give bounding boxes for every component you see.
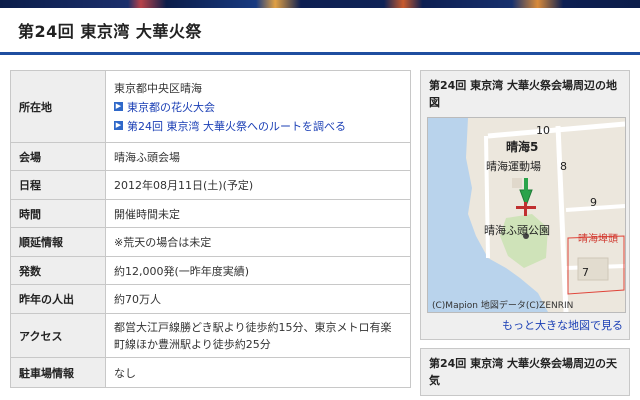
row-label: 駐車場情報 xyxy=(10,357,106,388)
row-label: 会場 xyxy=(10,142,106,171)
table-row: 日程 2012年08月11日(土)(予定) xyxy=(10,170,411,200)
map-box: 第24回 東京湾 大華火祭会場周辺の地図 10 晴海5 晴海運動場 8 9 晴海… xyxy=(420,70,630,340)
sidebar: 第24回 東京湾 大華火祭会場周辺の地図 10 晴海5 晴海運動場 8 9 晴海… xyxy=(420,70,630,400)
link-fireworks-list[interactable]: ▶ 東京都の花火大会 xyxy=(114,99,402,115)
row-label: 順延情報 xyxy=(10,227,106,257)
row-value: ※荒天の場合は未定 xyxy=(105,227,411,257)
venue-map[interactable]: 10 晴海5 晴海運動場 8 9 晴海ふ頭公園 晴海埠頭 7 (C)Mapion… xyxy=(427,117,626,313)
table-row: 昨年の人出 約70万人 xyxy=(10,284,411,314)
link-text[interactable]: 第24回 東京湾 大華火祭へのルートを調べる xyxy=(127,118,346,134)
map-label-9: 9 xyxy=(590,196,597,209)
map-label-park: 晴海ふ頭公園 xyxy=(484,224,550,237)
fireworks-banner xyxy=(0,0,640,8)
row-value: 開催時間未定 xyxy=(105,199,411,228)
row-label: アクセス xyxy=(10,313,106,358)
row-value: 都営大江戸線勝どき駅より徒歩約15分、東京メトロ有楽町線ほか豊洲駅より徒歩約25… xyxy=(105,313,411,358)
weather-box-title: 第24回 東京湾 大華火祭会場周辺の天気 xyxy=(429,357,617,387)
link-route-search[interactable]: ▶ 第24回 東京湾 大華火祭へのルートを調べる xyxy=(114,118,402,134)
link-text[interactable]: 東京都の花火大会 xyxy=(127,99,215,115)
table-row: 所在地 東京都中央区晴海 ▶ 東京都の花火大会 ▶ 第24回 東京湾 大華火祭へ… xyxy=(10,70,411,143)
table-row: 発数 約12,000発(一昨年度実績) xyxy=(10,256,411,285)
row-value: 東京都中央区晴海 ▶ 東京都の花火大会 ▶ 第24回 東京湾 大華火祭へのルート… xyxy=(105,70,411,143)
page-header: 第24回 東京湾 大華火祭 xyxy=(0,8,640,55)
map-label-stadium: 晴海運動場 xyxy=(486,160,541,173)
more-map-link-row: もっと大きな地図で見る xyxy=(421,313,629,339)
table-row: 駐車場情報 なし xyxy=(10,357,411,388)
row-value: なし xyxy=(105,357,411,388)
event-info-table: 所在地 東京都中央区晴海 ▶ 東京都の花火大会 ▶ 第24回 東京湾 大華火祭へ… xyxy=(10,70,411,388)
table-row: 時間 開催時間未定 xyxy=(10,199,411,228)
row-value: 約70万人 xyxy=(105,284,411,314)
address-text: 東京都中央区晴海 xyxy=(114,81,202,95)
bigger-map-link[interactable]: もっと大きな地図で見る xyxy=(502,319,623,332)
weather-box: 第24回 東京湾 大華火祭会場周辺の天気 xyxy=(420,348,630,396)
map-copyright: (C)Mapion 地図データ(C)ZENRIN xyxy=(432,301,574,311)
table-row: 会場 晴海ふ頭会場 xyxy=(10,142,411,171)
map-label-7: 7 xyxy=(582,266,589,279)
row-label: 日程 xyxy=(10,170,106,200)
row-value: 2012年08月11日(土)(予定) xyxy=(105,170,411,200)
row-label: 所在地 xyxy=(10,70,106,143)
table-row: 順延情報 ※荒天の場合は未定 xyxy=(10,227,411,257)
row-label: 発数 xyxy=(10,256,106,285)
page-title: 第24回 東京湾 大華火祭 xyxy=(18,22,202,41)
map-label-10: 10 xyxy=(536,124,550,137)
map-label-area: 晴海5 xyxy=(506,140,539,154)
row-value: 晴海ふ頭会場 xyxy=(105,142,411,171)
row-value: 約12,000発(一昨年度実績) xyxy=(105,256,411,285)
row-label: 時間 xyxy=(10,199,106,228)
table-row: アクセス 都営大江戸線勝どき駅より徒歩約15分、東京メトロ有楽町線ほか豊洲駅より… xyxy=(10,313,411,358)
row-label: 昨年の人出 xyxy=(10,284,106,314)
map-label-pier: 晴海埠頭 xyxy=(578,234,618,245)
arrow-right-icon: ▶ xyxy=(114,102,123,111)
arrow-right-icon: ▶ xyxy=(114,121,123,130)
map-label-8: 8 xyxy=(560,160,567,173)
map-box-title: 第24回 東京湾 大華火祭会場周辺の地図 xyxy=(429,79,617,109)
